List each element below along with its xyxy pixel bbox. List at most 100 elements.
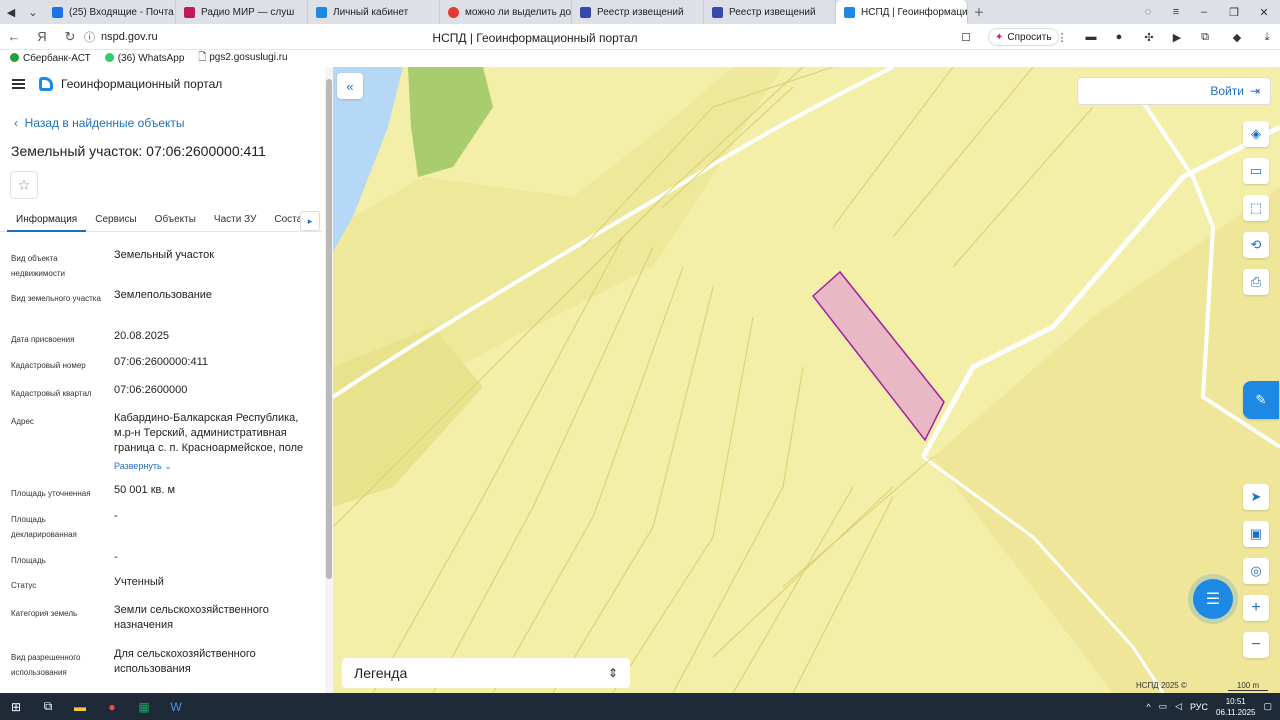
task-view-icon[interactable]: ⧉: [32, 693, 64, 720]
geolocation-icon[interactable]: ➤: [1243, 484, 1269, 510]
browser-tab-active[interactable]: НСПД | Геоинформацио✕: [836, 0, 968, 24]
browser-tab[interactable]: можно ли выделить доля: [440, 0, 572, 24]
search-engine-icon: [448, 6, 459, 18]
field-value: Для сельскохозяйственного использования: [114, 648, 256, 675]
browser-tab[interactable]: Реестр извещений: [704, 0, 836, 24]
scrollbar-thumb[interactable]: [326, 79, 332, 579]
network-icon[interactable]: ▭: [1159, 701, 1168, 712]
more-icon[interactable]: ⋮: [1053, 28, 1071, 46]
page-title: НСПД | Геоинформационный портал: [432, 31, 638, 45]
page-icon: 🗋: [198, 52, 210, 63]
extensions-icon[interactable]: ✣: [1140, 28, 1158, 46]
field-key: Вид земельного участка: [11, 294, 101, 303]
zoom-in-icon[interactable]: +: [1243, 595, 1269, 621]
tab-label: Реестр извещений: [597, 6, 684, 18]
tray-chevron-icon[interactable]: ^: [1146, 702, 1150, 712]
collections-icon[interactable]: ⧉: [1196, 28, 1214, 46]
tab-information[interactable]: Информация: [7, 208, 87, 232]
minimize-icon[interactable]: –: [1190, 0, 1218, 24]
word-icon[interactable]: W: [160, 693, 192, 720]
favorite-star-icon[interactable]: ☆: [10, 171, 38, 199]
new-tab-icon[interactable]: ＋: [968, 0, 990, 24]
clock-date: 06.11.2025: [1216, 707, 1256, 717]
object-panel: Геоинформационный портал ‹ Назад в найде…: [0, 67, 333, 693]
download-icon[interactable]: ⤓: [1258, 28, 1276, 46]
excel-icon[interactable]: ▦: [128, 693, 160, 720]
field-value: Землепользование: [114, 289, 213, 301]
tab-label: (25) Входящие - Почта Ма: [69, 6, 175, 18]
close-window-icon[interactable]: ✕: [1250, 0, 1278, 24]
ask-button[interactable]: ✦ Спросить: [988, 28, 1059, 46]
field-value: 07:06:2600000:411: [114, 356, 208, 368]
extension-icon[interactable]: ▬: [1082, 28, 1100, 46]
collapse-panel-icon[interactable]: «: [337, 73, 363, 99]
yandex-browser-icon[interactable]: ●: [96, 693, 128, 720]
browser-tab[interactable]: Радио МИР — слуш: [176, 0, 308, 24]
bookmark-label: pgs2.gosuslugi.ru: [209, 52, 288, 63]
browser-tab[interactable]: Личный кабинет: [308, 0, 440, 24]
map-canvas[interactable]: « Войти ⇥ ◈ ▭ ⬚ ⟲ ⎙ ✎ ➤ ▣ ◎ + − ☰ Легенда…: [333, 67, 1280, 693]
emblem-icon: [580, 6, 591, 18]
legend-dropdown[interactable]: Легенда ⇕: [342, 658, 630, 688]
tab-services[interactable]: Сервисы: [86, 208, 145, 232]
windows-start-icon[interactable]: ⊞: [0, 693, 32, 720]
feedback-icon[interactable]: ✎: [1243, 381, 1279, 419]
language-indicator[interactable]: РУС: [1190, 702, 1208, 712]
assistant-icon[interactable]: ◆: [1228, 28, 1246, 46]
field-key: Категория земель: [11, 609, 78, 618]
bookmark-item[interactable]: 🗋 pgs2.gosuslugi.ru: [198, 50, 287, 67]
browser-tab[interactable]: Реестр извещений: [572, 0, 704, 24]
layers-icon[interactable]: ◈: [1243, 121, 1269, 147]
clock[interactable]: 10:51 06.11.2025: [1216, 696, 1255, 718]
tabs-menu-icon[interactable]: ⌄: [22, 0, 44, 24]
login-icon: ⇥: [1249, 84, 1260, 98]
ruler-icon[interactable]: ▭: [1243, 158, 1269, 184]
menu-icon[interactable]: ≡: [1162, 0, 1190, 24]
bookmark-item[interactable]: Сбербанк-АСТ: [10, 53, 91, 64]
map-scale: 100 m: [1228, 681, 1268, 691]
share-icon[interactable]: ⟲: [1243, 232, 1269, 258]
browser-tab[interactable]: (25) Входящие - Почта Ма: [44, 0, 176, 24]
bookmark-item[interactable]: (36) WhatsApp: [104, 53, 185, 64]
emblem-icon: [712, 6, 723, 18]
portal-header: Геоинформационный портал: [12, 77, 222, 91]
field-key: Площадь: [11, 556, 46, 565]
volume-icon[interactable]: ◁: [1175, 701, 1182, 712]
restore-icon[interactable]: ❐: [1220, 0, 1248, 24]
expand-label: Развернуть: [114, 461, 162, 471]
minimap-icon[interactable]: ▣: [1243, 521, 1269, 547]
clock-time: 10:51: [1225, 696, 1246, 706]
file-explorer-icon[interactable]: ▬: [64, 693, 96, 720]
mail-icon: [52, 6, 63, 18]
tab-objects[interactable]: Объекты: [146, 208, 205, 232]
print-icon[interactable]: ⎙: [1243, 269, 1269, 295]
portal-brand: Геоинформационный портал: [61, 77, 223, 91]
hamburger-menu-icon[interactable]: [12, 79, 25, 89]
bookmark-icon[interactable]: ☐: [957, 28, 975, 46]
tab-parts[interactable]: Части ЗУ: [205, 208, 265, 232]
field-key: Площадь уточненная: [11, 489, 91, 498]
field-value: Кабардино-Балкарская Республика, м.р-н Т…: [114, 412, 304, 454]
bookmarks-bar: Сбербанк-АСТ (36) WhatsApp 🗋 pgs2.gosusl…: [0, 50, 1280, 67]
tabs-next-button[interactable]: ▸: [300, 211, 320, 231]
select-area-icon[interactable]: ⬚: [1243, 195, 1269, 221]
speaker-icon[interactable]: ◀: [0, 0, 22, 24]
profile-icon[interactable]: ◌: [1134, 0, 1162, 24]
bookmark-label: (36) WhatsApp: [117, 53, 185, 64]
extension-icon[interactable]: ●: [1110, 28, 1128, 46]
notifications-icon[interactable]: ▢: [1263, 701, 1272, 712]
ask-icon: ✦: [995, 31, 1004, 43]
field-value: Земли сельскохозяйственного назначения: [114, 604, 269, 631]
field-value: Учтенный: [114, 576, 164, 588]
location-pin-icon[interactable]: ◎: [1243, 558, 1269, 584]
tab-label: НСПД | Геоинформацио: [861, 6, 968, 18]
radio-icon: [184, 6, 195, 18]
back-link[interactable]: ‹ Назад в найденные объекты: [14, 116, 185, 130]
expand-address-link[interactable]: Развернуть ⌄: [114, 461, 172, 472]
zoom-out-icon[interactable]: −: [1243, 632, 1269, 658]
tab-label: можно ли выделить доля: [465, 6, 572, 18]
media-icon[interactable]: ▶: [1168, 28, 1186, 46]
login-button[interactable]: Войти ⇥: [1077, 77, 1271, 105]
chat-icon[interactable]: ☰: [1193, 579, 1233, 619]
windows-taskbar: ⊞ ⧉ ▬ ● ▦ W: [0, 693, 1280, 720]
